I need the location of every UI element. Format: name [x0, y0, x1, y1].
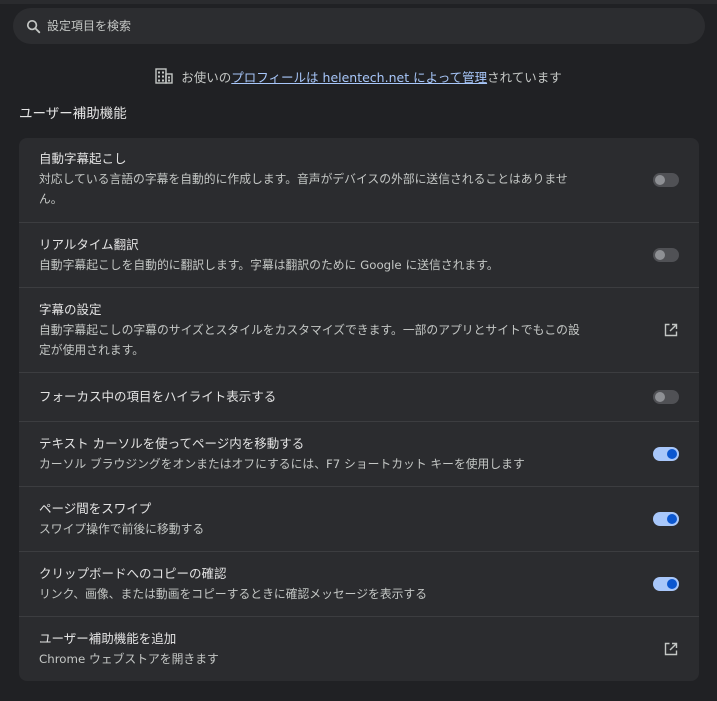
- managed-profile-link[interactable]: プロフィールは helentech.net によって管理: [231, 67, 487, 86]
- setting-title: ユーザー補助機能を追加: [39, 631, 177, 646]
- setting-description: 自動字幕起こしを自動的に翻訳します。字幕は翻訳のために Google に送信され…: [39, 258, 499, 272]
- setting-row-live-caption[interactable]: 自動字幕起こし 対応している言語の字幕を自動的に作成します。音声がデバイスの外部…: [19, 138, 699, 222]
- setting-description-cont: 定が使用されます。: [39, 343, 144, 357]
- setting-title: クリップボードへのコピーの確認: [39, 566, 227, 581]
- external-link-icon[interactable]: [663, 322, 679, 338]
- search-input[interactable]: [47, 19, 647, 33]
- setting-title: 自動字幕起こし: [39, 151, 127, 166]
- setting-row-swipe-navigation[interactable]: ページ間をスワイプ スワイプ操作で前後に移動する: [19, 486, 699, 551]
- setting-description: カーソル ブラウジングをオンまたはオフにするには、F7 ショートカット キーを使…: [39, 457, 525, 471]
- managed-suffix: されています: [487, 69, 562, 85]
- building-icon: [155, 68, 173, 84]
- setting-description: リンク、画像、または動画をコピーするときに確認メッセージを表示する: [39, 587, 428, 601]
- setting-title: テキスト カーソルを使ってページ内を移動する: [39, 436, 305, 451]
- setting-row-clipboard-confirmation[interactable]: クリップボードへのコピーの確認 リンク、画像、または動画をコピーするときに確認メ…: [19, 551, 699, 616]
- swipe-navigation-toggle[interactable]: [653, 512, 679, 526]
- search-icon: [25, 18, 41, 34]
- caret-browsing-toggle[interactable]: [653, 447, 679, 461]
- setting-description: Chrome ウェブストアを開きます: [39, 652, 219, 666]
- setting-description: 対応している言語の字幕を自動的に作成します。音声がデバイスの外部に送信されること…: [39, 172, 568, 186]
- setting-row-live-translate[interactable]: リアルタイム翻訳 自動字幕起こしを自動的に翻訳します。字幕は翻訳のために Goo…: [19, 222, 699, 287]
- accessibility-settings-card: 自動字幕起こし 対応している言語の字幕を自動的に作成します。音声がデバイスの外部…: [19, 138, 699, 681]
- setting-description-cont: ん。: [39, 192, 63, 206]
- setting-title: 字幕の設定: [39, 302, 102, 317]
- search-box[interactable]: [13, 8, 705, 44]
- live-translate-toggle[interactable]: [653, 248, 679, 262]
- setting-description: スワイプ操作で前後に移動する: [39, 522, 205, 536]
- live-caption-toggle[interactable]: [653, 173, 679, 187]
- clipboard-confirmation-toggle[interactable]: [653, 577, 679, 591]
- setting-row-add-accessibility-features[interactable]: ユーザー補助機能を追加 Chrome ウェブストアを開きます: [19, 616, 699, 681]
- managed-prefix: お使いの: [181, 69, 232, 85]
- setting-title: リアルタイム翻訳: [39, 237, 139, 252]
- focus-highlight-toggle[interactable]: [653, 390, 679, 404]
- section-title: ユーザー補助機能: [19, 106, 127, 122]
- setting-title: ページ間をスワイプ: [39, 501, 152, 516]
- top-bar: [0, 0, 717, 4]
- setting-row-focus-highlight[interactable]: フォーカス中の項目をハイライト表示する: [19, 372, 699, 421]
- setting-description: 自動字幕起こしの字幕のサイズとスタイルをカスタマイズできます。一部のアプリとサイ…: [39, 323, 580, 337]
- setting-row-caption-preferences[interactable]: 字幕の設定 自動字幕起こしの字幕のサイズとスタイルをカスタマイズできます。一部の…: [19, 287, 699, 372]
- setting-row-caret-browsing[interactable]: テキスト カーソルを使ってページ内を移動する カーソル ブラウジングをオンまたは…: [19, 421, 699, 486]
- managed-notice: お使いの プロフィールは helentech.net によって管理 されています: [0, 66, 717, 86]
- setting-title: フォーカス中の項目をハイライト表示する: [39, 389, 277, 404]
- external-link-icon[interactable]: [663, 641, 679, 657]
